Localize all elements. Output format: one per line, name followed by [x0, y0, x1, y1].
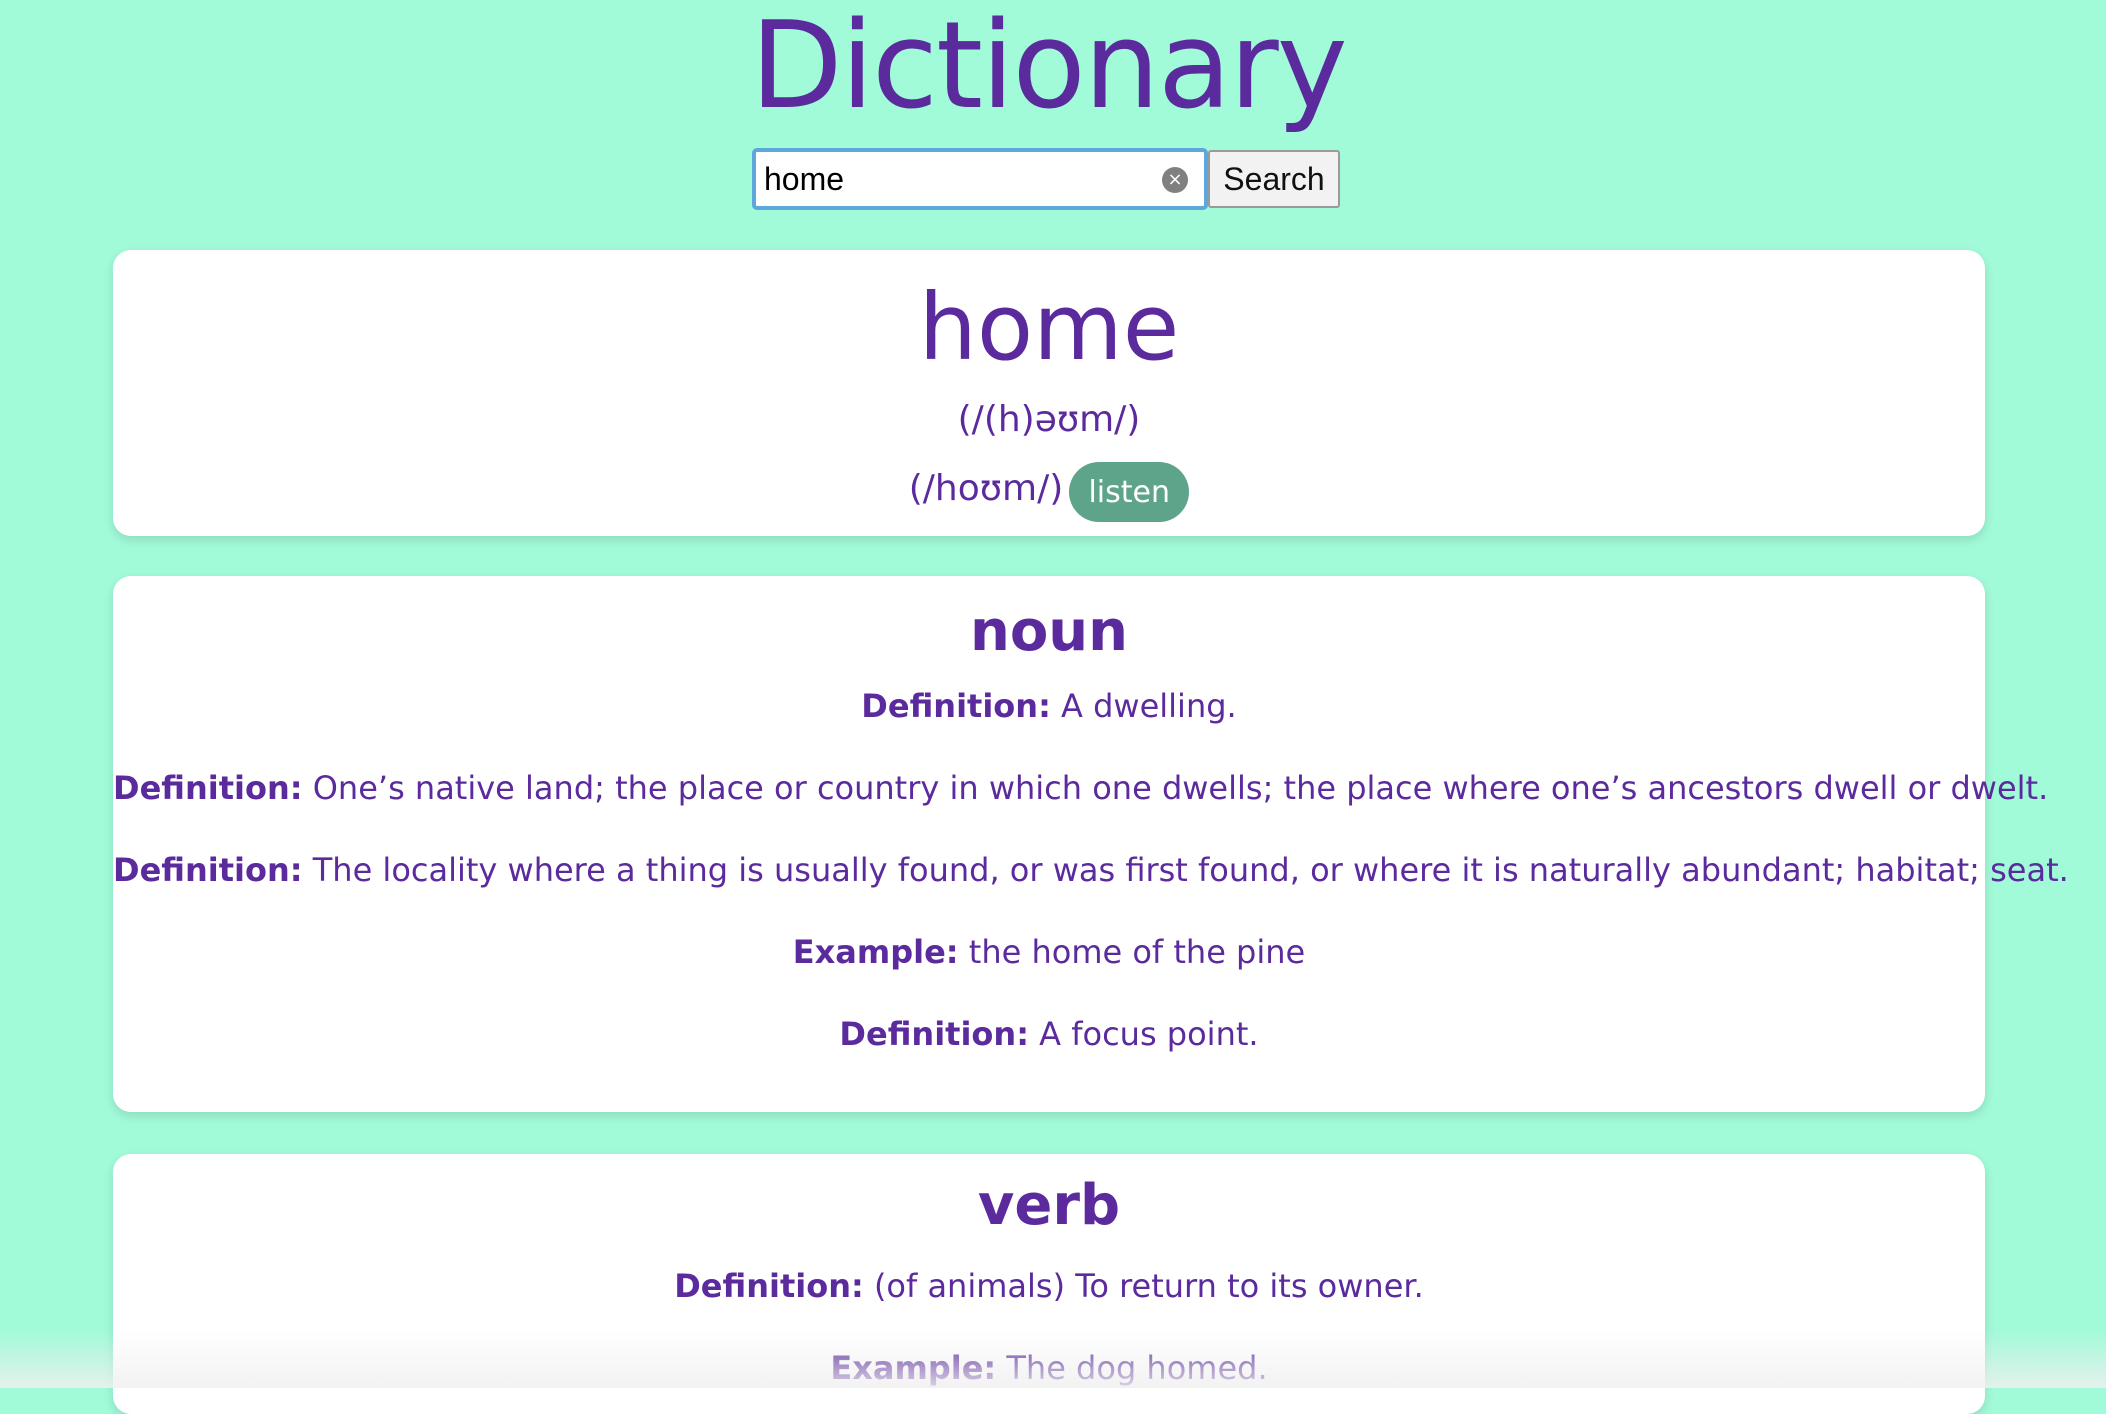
word-title: home	[918, 274, 1180, 381]
example-line: Example: the home of the pine	[113, 932, 1985, 972]
meaning-card-noun: noun Definition: A dwelling. Definition:…	[113, 576, 2069, 1112]
definition-label: Definition:	[861, 687, 1051, 725]
phonetic-text: (/hoʊm/)	[908, 468, 1064, 509]
example-line: Example: The dog homed.	[113, 1348, 1985, 1388]
listen-button[interactable]: listen	[1069, 462, 1190, 522]
definition-text: One’s native land; the place or country …	[312, 769, 2049, 807]
phonetic-text: (/(h)əʊm/)	[957, 399, 1141, 440]
search-field[interactable]: ×	[752, 148, 1208, 210]
definition-text: The locality where a thing is usually fo…	[312, 851, 2069, 889]
part-of-speech-heading: noun	[969, 599, 1129, 664]
definition-line: Definition: A focus point.	[113, 1014, 1985, 1054]
example-text: The dog homed.	[1006, 1349, 1268, 1387]
definition-line: Definition: One’s native land; the place…	[113, 768, 2048, 808]
definition-line: Definition: A dwelling.	[113, 686, 1985, 726]
search-button[interactable]: Search	[1208, 150, 1340, 208]
definition-label: Definition:	[113, 851, 303, 889]
definition-text: (of animals) To return to its owner.	[873, 1267, 1424, 1305]
search-bar: × Search	[752, 145, 1340, 213]
example-text: the home of the pine	[968, 933, 1306, 971]
meaning-card-verb: verb Definition: (of animals) To return …	[113, 1154, 1985, 1414]
example-label: Example:	[830, 1349, 997, 1387]
word-card: home (/(h)əʊm/) (/hoʊm/) listen	[113, 250, 1985, 536]
definition-label: Definition:	[113, 769, 303, 807]
definition-text: A dwelling.	[1061, 687, 1237, 725]
example-label: Example:	[792, 933, 959, 971]
definition-line: Definition: The locality where a thing i…	[113, 850, 2069, 890]
definition-label: Definition:	[839, 1015, 1029, 1053]
part-of-speech-heading: verb	[977, 1173, 1121, 1238]
app-title: Dictionary	[750, 0, 1347, 136]
phonetic-row: (/hoʊm/) listen	[113, 456, 1985, 522]
search-input[interactable]	[756, 154, 1124, 204]
clear-icon[interactable]: ×	[1162, 167, 1188, 193]
definition-label: Definition:	[674, 1267, 864, 1305]
definition-text: A focus point.	[1039, 1015, 1259, 1053]
definition-line: Definition: (of animals) To return to it…	[113, 1266, 1985, 1306]
